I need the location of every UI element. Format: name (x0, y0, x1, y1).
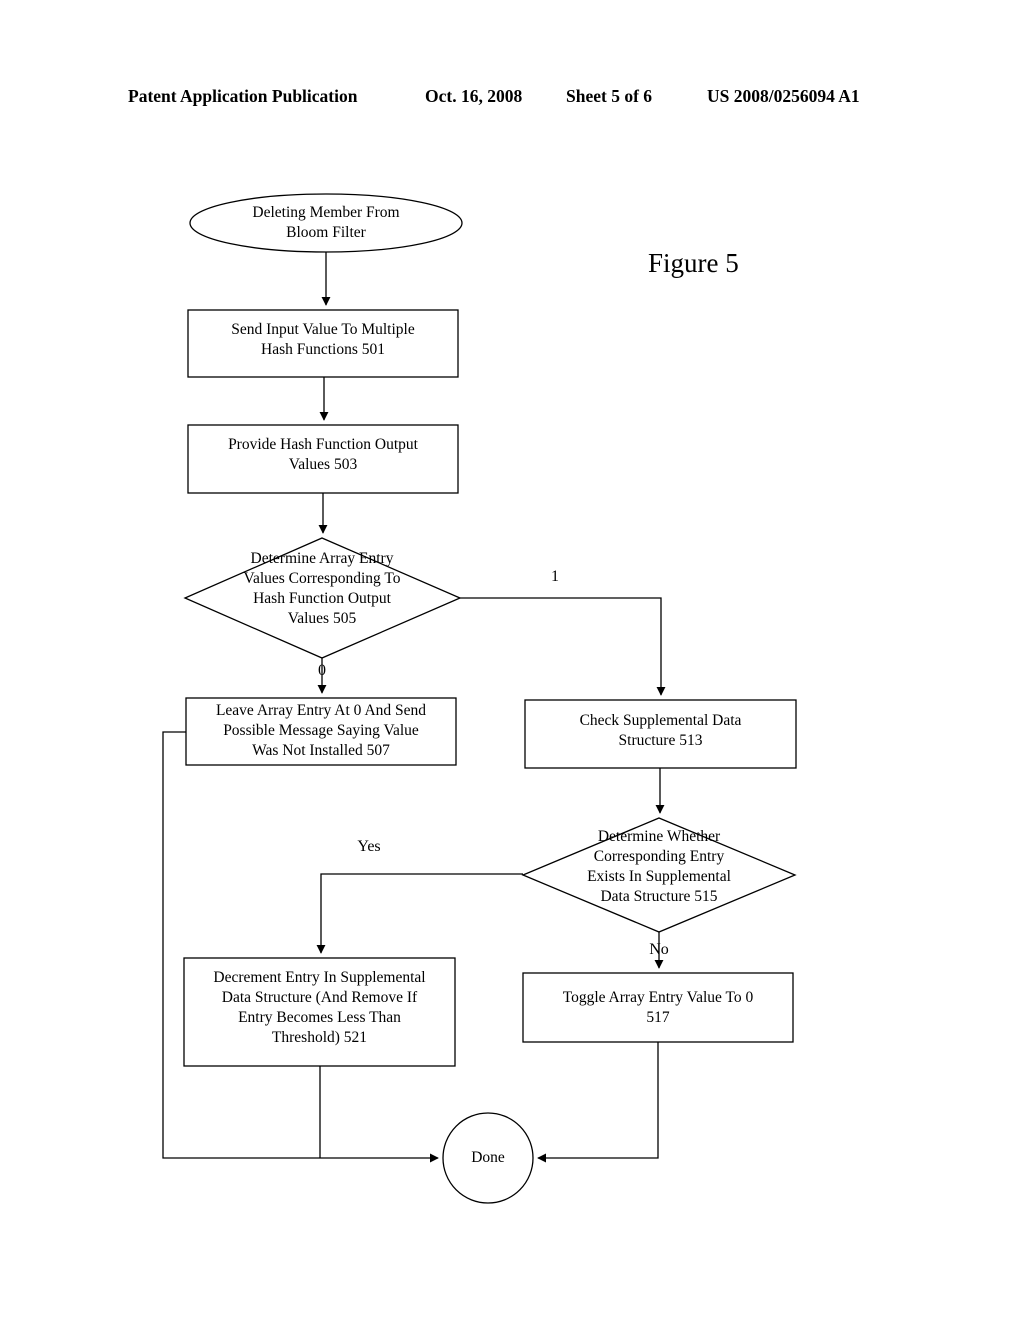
patent-page: Patent Application Publication Oct. 16, … (0, 0, 1024, 1320)
node-done-label: Done (471, 1149, 505, 1166)
node-505-label: Determine Array Entry Values Correspondi… (243, 550, 401, 628)
edge-515-yes-to-521 (316, 873, 523, 954)
node-521-label: Decrement Entry In Supplemental Data Str… (213, 969, 426, 1047)
flowchart-diagram (162, 193, 797, 1204)
edge-label-yes: Yes (357, 838, 381, 855)
edge-517-to-done (537, 1042, 659, 1163)
edge-505-to-513 (460, 597, 666, 696)
node-start-label: Deleting Member From Bloom Filter (252, 204, 400, 242)
edge-507-to-done (162, 731, 439, 1163)
edge-label-no: No (649, 941, 669, 958)
node-515-label: Determine Whether Corresponding Entry Ex… (587, 828, 731, 906)
node-503-label: Provide Hash Function Output Values 503 (228, 436, 418, 474)
edge-label-zero: 0 (318, 662, 326, 679)
node-501-label: Send Input Value To Multiple Hash Functi… (231, 321, 415, 359)
node-513-label: Check Supplemental Data Structure 513 (579, 712, 742, 750)
edge-label-one: 1 (551, 568, 559, 585)
node-517-label: Toggle Array Entry Value To 0 517 (562, 989, 754, 1027)
node-507-label: Leave Array Entry At 0 And Send Possible… (215, 702, 427, 760)
